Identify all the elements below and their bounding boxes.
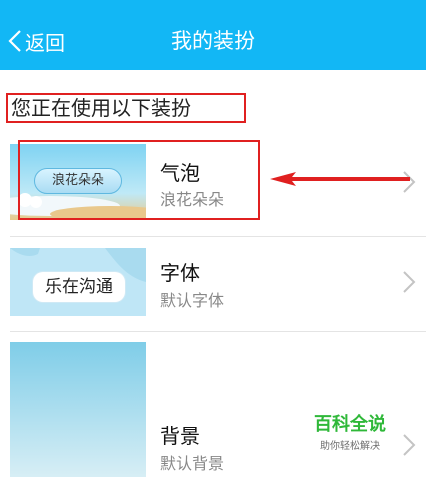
decoration-item-background[interactable]: 背景 默认背景 xyxy=(0,332,426,477)
section-title: 您正在使用以下装扮 xyxy=(6,93,246,123)
chevron-right-icon xyxy=(403,271,416,293)
font-preview-thumbnail: 乐在沟通 xyxy=(10,248,146,316)
font-item-value: 默认字体 xyxy=(160,291,225,310)
font-preview-text: 乐在沟通 xyxy=(33,272,125,302)
annotation-arrow-icon xyxy=(270,172,410,186)
watermark-title: 百科全说 xyxy=(314,414,386,435)
background-item-name: 背景 xyxy=(160,424,200,448)
watermark-logo: 百科全说 助你轻松解决 xyxy=(302,410,398,452)
decoration-item-font[interactable]: 乐在沟通 字体 默认字体 xyxy=(0,237,426,331)
font-item-name: 字体 xyxy=(160,261,200,285)
status-bar xyxy=(0,0,426,10)
background-item-value: 默认背景 xyxy=(160,454,225,473)
chevron-right-icon xyxy=(403,434,416,456)
page-title: 我的装扮 xyxy=(171,29,255,53)
watermark-subtitle: 助你轻松解决 xyxy=(320,441,380,452)
background-preview-thumbnail xyxy=(10,342,146,477)
annotation-highlight-box xyxy=(18,140,260,220)
app-header: 返回 我的装扮 xyxy=(0,0,426,70)
